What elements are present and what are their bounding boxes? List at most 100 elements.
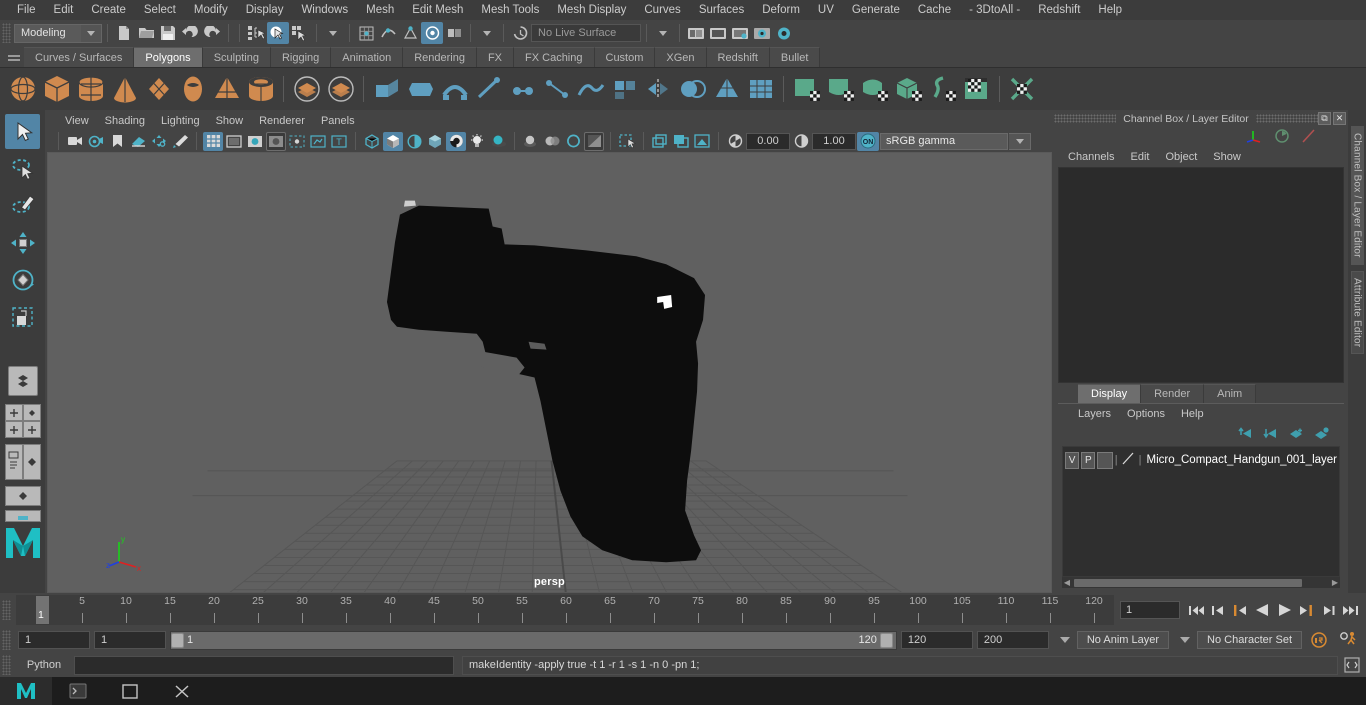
channelbox-menu-object[interactable]: Object bbox=[1157, 147, 1205, 167]
color-management-field[interactable]: sRGB gamma bbox=[880, 132, 1008, 150]
poly-pyramid-icon[interactable] bbox=[210, 73, 243, 106]
close-icon[interactable]: ✕ bbox=[1333, 112, 1346, 125]
layer-color-swatch[interactable] bbox=[1097, 451, 1113, 469]
menu-edit-mesh[interactable]: Edit Mesh bbox=[403, 0, 472, 20]
menu-curves[interactable]: Curves bbox=[635, 0, 689, 20]
viewport-menu-renderer[interactable]: Renderer bbox=[251, 112, 313, 130]
chevron-down-icon-charset[interactable] bbox=[1180, 637, 1191, 643]
auto-keyframe-icon[interactable] bbox=[1306, 631, 1332, 649]
safe-action-icon[interactable] bbox=[308, 132, 328, 151]
step-forward-frame-icon[interactable] bbox=[1296, 600, 1316, 620]
snap-point-icon[interactable] bbox=[399, 22, 421, 44]
play-backwards-icon[interactable] bbox=[1252, 600, 1272, 620]
menu-cache[interactable]: Cache bbox=[909, 0, 960, 20]
layer-tab-display[interactable]: Display bbox=[1078, 384, 1142, 403]
quad-draw-icon[interactable] bbox=[608, 73, 641, 106]
save-scene-icon[interactable] bbox=[157, 22, 179, 44]
poly-cylinder-icon[interactable] bbox=[74, 73, 107, 106]
chevron-down-icon-animlayer[interactable] bbox=[1059, 637, 1070, 643]
select-tool[interactable] bbox=[5, 114, 40, 149]
layer-row[interactable]: V P | | Micro_Compact_Handgun_001_layer bbox=[1063, 449, 1339, 471]
window-icon[interactable] bbox=[104, 677, 156, 705]
anim-layer-combo[interactable]: No Anim Layer bbox=[1053, 631, 1170, 649]
target-weld-icon[interactable] bbox=[506, 73, 539, 106]
character-set-field[interactable]: No Character Set bbox=[1197, 631, 1302, 649]
select-hierarchy-icon[interactable] bbox=[245, 22, 267, 44]
command-input[interactable] bbox=[74, 655, 454, 675]
remesh-icon[interactable] bbox=[744, 73, 777, 106]
undo-icon[interactable] bbox=[179, 22, 201, 44]
channelbox-menu-edit[interactable]: Edit bbox=[1122, 147, 1157, 167]
film-origin-icon[interactable] bbox=[287, 132, 307, 151]
color-management-toggle[interactable]: ON bbox=[857, 131, 879, 151]
image-plane-icon[interactable] bbox=[128, 132, 148, 151]
command-language-label[interactable]: Python bbox=[14, 659, 74, 671]
shelf-tab-curves-surfaces[interactable]: Curves / Surfaces bbox=[24, 47, 135, 67]
live-surface-field[interactable]: No Live Surface bbox=[531, 24, 641, 42]
snap-projected-icon[interactable] bbox=[443, 22, 465, 44]
layer-tab-anim[interactable]: Anim bbox=[1204, 384, 1257, 403]
shelf-tab-fx[interactable]: FX bbox=[476, 47, 515, 67]
menu-mesh-tools[interactable]: Mesh Tools bbox=[472, 0, 548, 20]
chevron-down-icon-2[interactable] bbox=[476, 22, 498, 44]
time-slider-grip[interactable] bbox=[2, 600, 11, 620]
viewport-menu-panels[interactable]: Panels bbox=[313, 112, 363, 130]
handgun-model[interactable] bbox=[48, 153, 1051, 592]
resolution-gate-icon[interactable] bbox=[245, 132, 265, 151]
anim-layer-field[interactable]: No Anim Layer bbox=[1076, 631, 1170, 649]
menu-edit[interactable]: Edit bbox=[45, 0, 83, 20]
menu-help[interactable]: Help bbox=[1089, 0, 1131, 20]
connect-icon[interactable] bbox=[540, 73, 573, 106]
poly-cone-icon[interactable] bbox=[108, 73, 141, 106]
lasso-select-tool[interactable] bbox=[5, 151, 40, 186]
vtab-channel-box[interactable]: Channel Box / Layer Editor bbox=[1350, 126, 1364, 265]
motion-blur-icon[interactable] bbox=[542, 132, 562, 151]
uv-unfold-icon[interactable] bbox=[926, 73, 959, 106]
shelf-tab-fx-caching[interactable]: FX Caching bbox=[514, 47, 595, 67]
multisample-icon[interactable] bbox=[563, 132, 583, 151]
menu-mesh-display[interactable]: Mesh Display bbox=[548, 0, 635, 20]
gate-mask-icon[interactable] bbox=[266, 131, 286, 151]
layer-menu-options[interactable]: Options bbox=[1119, 404, 1173, 424]
menu-mesh[interactable]: Mesh bbox=[357, 0, 403, 20]
poly-torus-icon[interactable] bbox=[176, 73, 209, 106]
menu-file[interactable]: File bbox=[8, 0, 45, 20]
separate-icon[interactable] bbox=[324, 73, 357, 106]
open-scene-icon[interactable] bbox=[135, 22, 157, 44]
render-current-frame-icon[interactable] bbox=[707, 22, 729, 44]
range-handle-left[interactable] bbox=[171, 632, 184, 648]
persp-graph-layout[interactable] bbox=[4, 486, 41, 506]
paint-select-tool[interactable] bbox=[5, 188, 40, 223]
combine-icon[interactable] bbox=[290, 73, 323, 106]
uv-editor-icon[interactable] bbox=[960, 73, 993, 106]
scale-tool[interactable] bbox=[5, 299, 40, 334]
uv-automatic-icon[interactable] bbox=[892, 73, 925, 106]
play-forwards-icon[interactable] bbox=[1274, 600, 1294, 620]
bridge-icon[interactable] bbox=[438, 73, 471, 106]
bevel-icon[interactable] bbox=[404, 73, 437, 106]
hypershade-icon[interactable] bbox=[773, 22, 795, 44]
title-safe-icon[interactable]: T bbox=[329, 132, 349, 151]
menu-windows[interactable]: Windows bbox=[292, 0, 357, 20]
smooth-shade-icon[interactable] bbox=[383, 131, 403, 151]
exposure-field[interactable]: 0.00 bbox=[746, 132, 790, 150]
channelbox-menu-show[interactable]: Show bbox=[1205, 147, 1249, 167]
shelf-tab-redshift[interactable]: Redshift bbox=[706, 47, 770, 67]
range-bar[interactable]: 1 120 bbox=[170, 630, 897, 650]
layer-menu-layers[interactable]: Layers bbox=[1070, 404, 1119, 424]
menu-3dtoall[interactable]: - 3DtoAll - bbox=[960, 0, 1029, 20]
multi-cut-icon[interactable] bbox=[472, 73, 505, 106]
new-layer-icon[interactable] bbox=[1288, 427, 1305, 443]
panel-grip-right[interactable] bbox=[1255, 114, 1318, 123]
menu-select[interactable]: Select bbox=[135, 0, 185, 20]
anim-end-field[interactable]: 200 bbox=[976, 631, 1049, 649]
shelf-tab-animation[interactable]: Animation bbox=[331, 47, 404, 67]
playback-start-field[interactable]: 1 bbox=[94, 631, 166, 649]
go-to-start-icon[interactable] bbox=[1186, 600, 1206, 620]
snapshot-view-icon[interactable] bbox=[692, 132, 712, 151]
camera-attributes-icon[interactable] bbox=[86, 132, 106, 151]
menu-surfaces[interactable]: Surfaces bbox=[690, 0, 753, 20]
film-gate-icon[interactable] bbox=[224, 132, 244, 151]
uv-spherical-icon[interactable] bbox=[858, 73, 891, 106]
menu-deform[interactable]: Deform bbox=[753, 0, 809, 20]
